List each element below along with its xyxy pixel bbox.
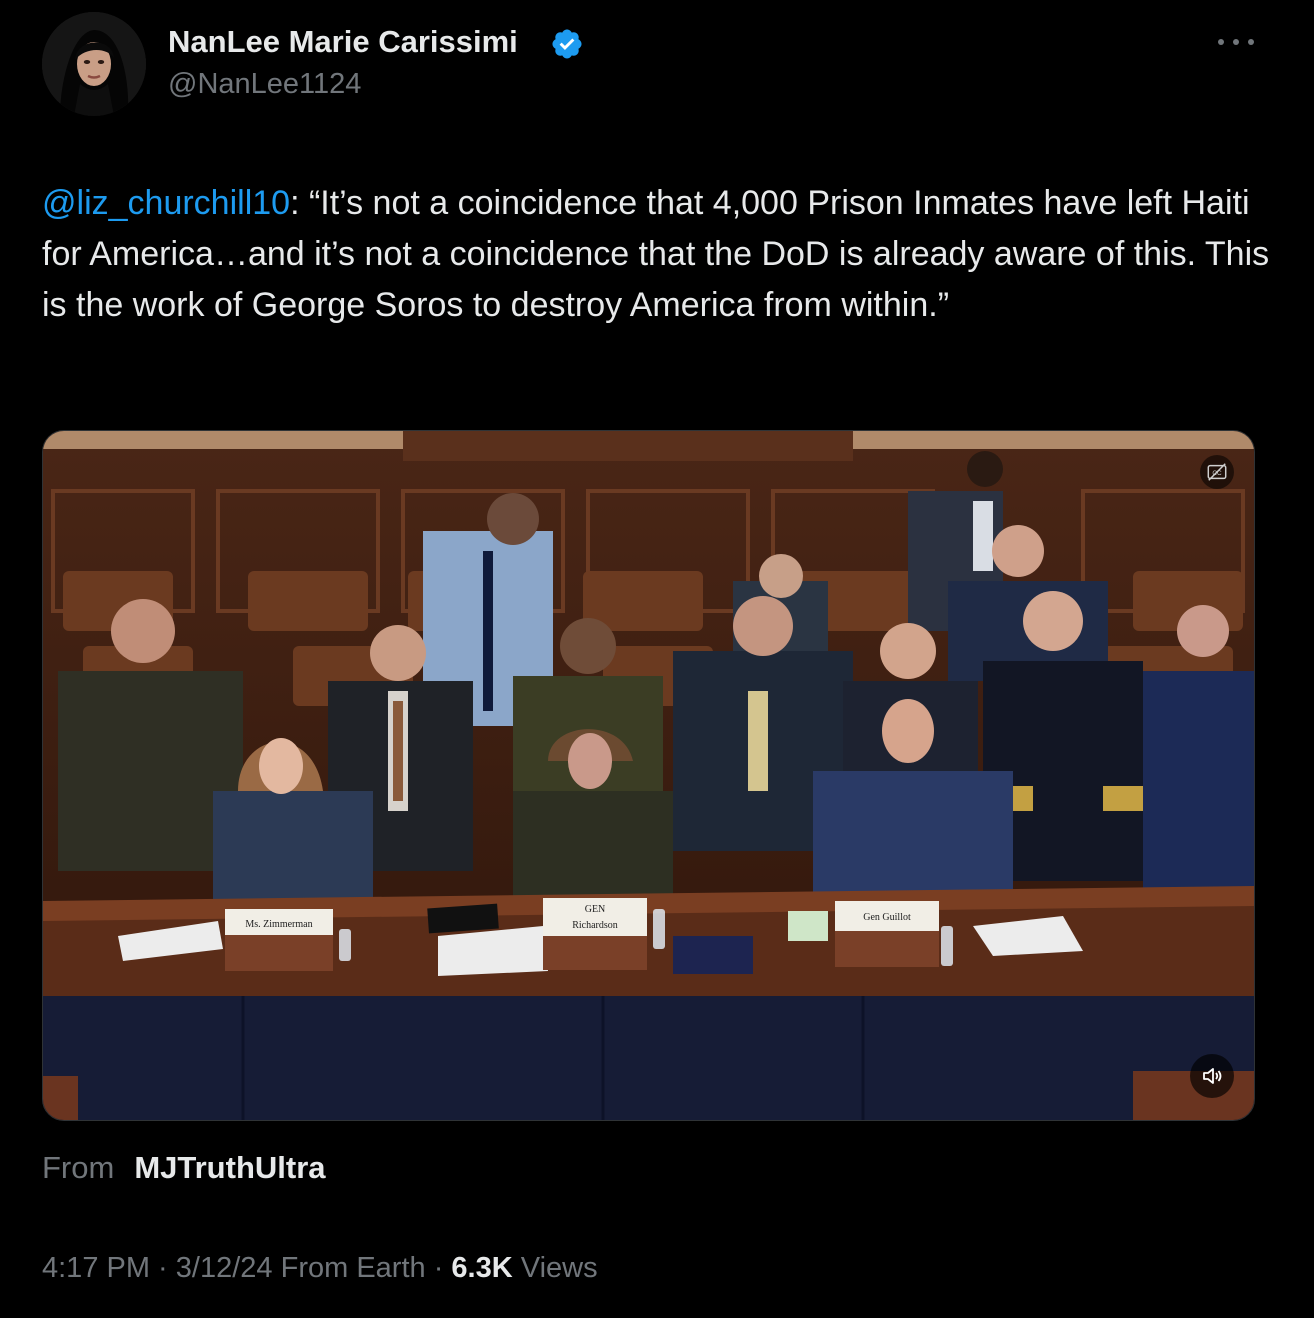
verified-badge-icon[interactable] (550, 27, 584, 61)
views-label: Views (512, 1252, 598, 1284)
post-time[interactable]: 4:17 PM (42, 1252, 150, 1284)
author-display-name[interactable]: NanLee Marie Carissimi (168, 24, 518, 60)
views-count[interactable]: 6.3K (451, 1252, 512, 1284)
mention-link[interactable]: @liz_churchill10 (42, 184, 290, 222)
from-label: From (42, 1150, 115, 1185)
tweet-text: @liz_churchill10: “It’s not a coincidenc… (42, 178, 1272, 331)
tweet-metadata: 4:17 PM · 3/12/24 From Earth · 6.3K View… (42, 1252, 598, 1285)
speaker-glyph (1203, 1068, 1222, 1084)
nameplate-zimmerman: Ms. Zimmerman (245, 919, 312, 930)
video-frame: Ms. Zimmerman GEN Richardson Gen Guillot (43, 431, 1254, 1120)
source-account-link[interactable]: MJTruthUltra (134, 1150, 325, 1185)
author-avatar[interactable] (42, 12, 146, 116)
post-client: From Earth (272, 1252, 426, 1284)
video-source-attribution: From MJTruthUltra (42, 1150, 326, 1186)
video-player[interactable]: Ms. Zimmerman GEN Richardson Gen Guillot… (42, 430, 1255, 1121)
closed-captions-icon[interactable]: CC (1200, 455, 1234, 489)
avatar-portrait (42, 12, 146, 116)
meta-separator: · (425, 1252, 452, 1284)
nameplate-guillot: Gen Guillot (863, 912, 911, 923)
nameplate-richardson: Richardson (572, 920, 618, 931)
nameplate-gen: GEN (585, 904, 606, 915)
author-handle[interactable]: @NanLee1124 (168, 68, 361, 101)
cc-glyph: CC (1207, 463, 1227, 481)
meta-separator: · (150, 1252, 176, 1284)
more-dot (1233, 39, 1239, 45)
more-options-icon[interactable] (1218, 26, 1254, 58)
post-date[interactable]: 3/12/24 (176, 1252, 273, 1284)
speaker-muted-icon[interactable] (1190, 1054, 1234, 1098)
more-dot (1218, 39, 1224, 45)
more-dot (1248, 39, 1254, 45)
